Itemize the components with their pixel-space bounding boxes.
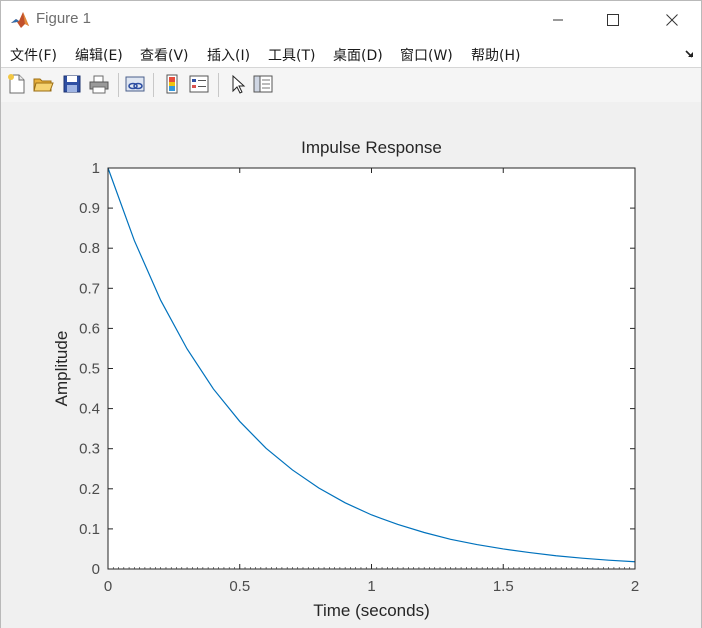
y-axis-label: Amplitude [52, 331, 71, 407]
insert-colorbar-icon[interactable] [161, 73, 183, 95]
menu-bar: 文件(F) 编辑(E) 查看(V) 插入(I) 工具(T) 桌面(D) 窗口(W… [1, 39, 701, 67]
menu-desktop[interactable]: 桌面(D) [333, 45, 383, 65]
y-tick-label: 0.8 [79, 240, 100, 257]
minimize-icon [553, 19, 563, 21]
y-tick-label: 0.9 [79, 200, 100, 217]
x-tick-label: 2 [631, 578, 639, 595]
maximize-icon [607, 14, 619, 26]
y-tick-label: 0 [92, 561, 100, 578]
menu-tools[interactable]: 工具(T) [268, 45, 315, 65]
menu-window[interactable]: 窗口(W) [400, 45, 453, 65]
maximize-button[interactable] [590, 1, 636, 39]
print-icon[interactable] [88, 73, 110, 95]
save-icon[interactable] [61, 73, 83, 95]
toolbar-separator [218, 73, 219, 97]
figure-toolbar [1, 67, 701, 103]
x-tick-label: 1.5 [493, 578, 514, 595]
figure-window: Figure 1 文件(F) 编辑(E) 查看(V) 插入(I) 工具(T) 桌… [0, 0, 702, 628]
x-tick-label: 1 [367, 578, 375, 595]
property-inspector-icon[interactable] [252, 73, 274, 95]
dock-arrow-icon[interactable] [684, 48, 696, 60]
plot-title: Impulse Response [301, 138, 442, 157]
link-plot-icon[interactable] [124, 73, 146, 95]
y-tick-label: 0.7 [79, 280, 100, 297]
axes-background [108, 168, 635, 569]
impulse-response-plot[interactable]: 0 0.5 1 1.5 2 0 0.1 0.2 0.3 0.4 0.5 0.6 0.7 0.8 0.9 1 Im… [1, 102, 701, 628]
menu-insert[interactable]: 插入(I) [207, 45, 250, 65]
menu-view[interactable]: 查看(V) [140, 45, 189, 65]
open-file-icon[interactable] [32, 73, 54, 95]
y-tick-label: 0.2 [79, 481, 100, 498]
window-title: Figure 1 [36, 10, 92, 27]
insert-legend-icon[interactable] [188, 73, 210, 95]
close-icon [666, 14, 678, 26]
y-tick-label: 0.5 [79, 361, 100, 378]
close-button[interactable] [649, 1, 695, 39]
y-tick-label: 0.1 [79, 521, 100, 538]
x-axis-label: Time (seconds) [313, 601, 430, 620]
menu-edit[interactable]: 编辑(E) [75, 45, 123, 65]
title-bar[interactable]: Figure 1 [1, 1, 701, 39]
y-tick-label: 1 [92, 160, 100, 177]
matlab-logo-icon [10, 10, 30, 30]
minimize-button[interactable] [535, 1, 581, 39]
toolbar-separator [118, 73, 119, 97]
edit-plot-pointer-icon[interactable] [227, 73, 249, 95]
y-tick-label: 0.3 [79, 441, 100, 458]
new-figure-icon[interactable] [6, 73, 28, 95]
figure-canvas: 0 0.5 1 1.5 2 0 0.1 0.2 0.3 0.4 0.5 0.6 0.7 0.8 0.9 1 Im… [1, 102, 701, 628]
toolbar-separator [153, 73, 154, 97]
menu-file[interactable]: 文件(F) [10, 45, 57, 65]
x-tick-label: 0 [104, 578, 112, 595]
y-tick-label: 0.4 [79, 401, 100, 418]
x-tick-label: 0.5 [229, 578, 250, 595]
menu-help[interactable]: 帮助(H) [471, 45, 520, 65]
y-tick-label: 0.6 [79, 320, 100, 337]
